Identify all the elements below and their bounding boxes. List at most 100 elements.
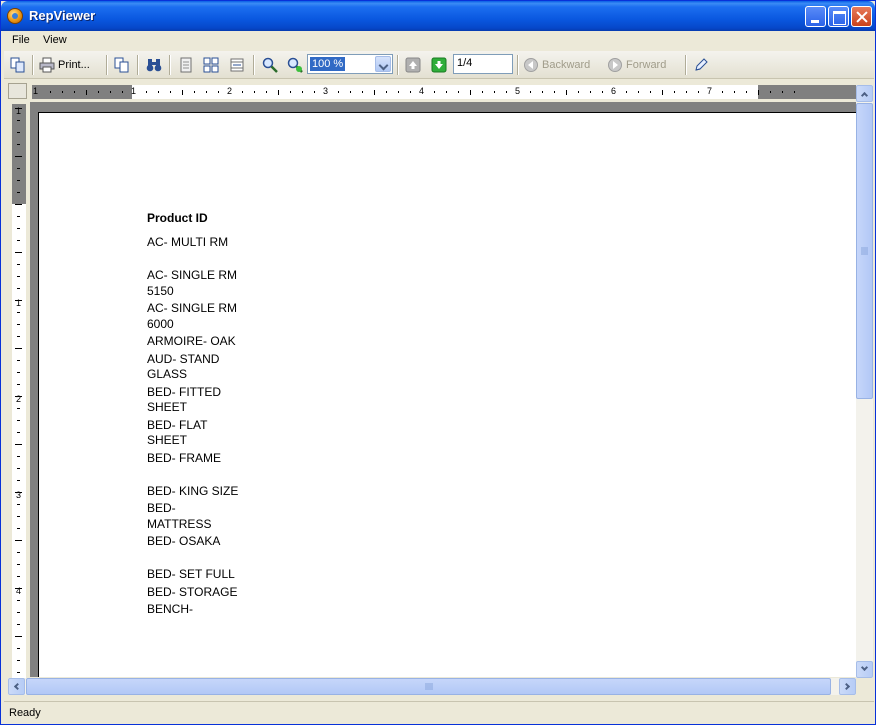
toolbar-separator xyxy=(137,55,139,75)
ruler-tick xyxy=(17,648,20,649)
scroll-up-button[interactable] xyxy=(856,85,873,102)
next-page-icon xyxy=(431,57,447,73)
ruler-tick xyxy=(17,504,20,505)
edit-button[interactable] xyxy=(691,55,711,75)
maximize-button[interactable] xyxy=(828,6,849,27)
ruler-number: 2 xyxy=(227,86,233,96)
close-button[interactable] xyxy=(851,6,872,27)
ruler-tick xyxy=(674,91,675,93)
product-id-cell: BED- FITTED SHEET xyxy=(147,384,221,415)
chevron-down-icon[interactable] xyxy=(375,56,391,72)
product-id-cell: BED- FLAT SHEET xyxy=(147,417,208,448)
ruler-tick xyxy=(578,91,579,93)
previous-page-button[interactable] xyxy=(403,55,423,75)
backward-button[interactable]: Backward xyxy=(523,55,595,75)
copy-page-button[interactable] xyxy=(8,55,28,75)
zoom-combobox[interactable]: 100 % xyxy=(307,54,393,74)
find-button[interactable] xyxy=(144,55,164,75)
ruler-tick xyxy=(434,91,435,93)
horizontal-scroll-thumb[interactable] xyxy=(26,678,831,695)
repviewer-window: RepViewer File View Print... Backward Fo… xyxy=(0,0,876,725)
ruler-tick xyxy=(734,91,735,93)
zoom-out-button[interactable] xyxy=(285,55,305,75)
zoom-in-button[interactable] xyxy=(260,55,280,75)
ruler-tick xyxy=(662,90,663,95)
ruler-tick xyxy=(15,204,22,205)
zoom-in-icon xyxy=(262,57,278,73)
ruler-tick xyxy=(758,90,759,95)
ruler-tick xyxy=(17,432,20,433)
page-setup-icon xyxy=(230,58,244,72)
multi-page-button[interactable] xyxy=(201,55,221,75)
app-icon xyxy=(7,8,23,24)
ruler-tick xyxy=(17,120,20,121)
product-id-cell: AUD- STAND GLASS xyxy=(147,351,220,382)
minimize-button[interactable] xyxy=(805,6,826,27)
forward-label: Forward xyxy=(626,59,667,71)
ruler-tick xyxy=(470,90,471,95)
chevron-left-icon xyxy=(13,682,22,691)
ruler-tick xyxy=(302,91,303,93)
ruler-number: 6 xyxy=(611,86,617,96)
ruler-tick xyxy=(17,168,20,169)
ruler-tick xyxy=(17,384,20,385)
ruler-number: 7 xyxy=(707,86,713,96)
ruler-tick xyxy=(170,91,171,93)
ruler-tick xyxy=(722,91,723,93)
vertical-scrollbar[interactable] xyxy=(856,85,873,678)
ruler-tick xyxy=(650,91,651,93)
ruler-tick xyxy=(17,552,20,553)
ruler-tick xyxy=(362,91,363,93)
ruler-tick xyxy=(17,528,20,529)
product-id-cell: BED- STORAGE xyxy=(147,584,238,599)
horizontal-scrollbar[interactable] xyxy=(8,678,856,695)
ruler-tick xyxy=(62,91,63,93)
ruler-tick xyxy=(386,91,387,93)
ruler-tick xyxy=(17,408,20,409)
scroll-left-button[interactable] xyxy=(8,678,25,695)
status-bar: Ready xyxy=(4,701,874,723)
ruler-tick xyxy=(17,192,20,193)
report-viewport[interactable]: Product ID AC- MULTI RM AC- SINGLE RM 515… xyxy=(30,102,856,677)
ruler-tick xyxy=(590,91,591,93)
print-button[interactable]: Print... xyxy=(39,55,101,75)
ruler-tick xyxy=(266,91,267,93)
report-page: Product ID AC- MULTI RM AC- SINGLE RM 515… xyxy=(38,112,856,677)
product-id-cell: BED- FRAME xyxy=(147,450,222,465)
ruler-number: 5 xyxy=(515,86,521,96)
ruler-number: 2 xyxy=(16,394,22,404)
page-setup-button[interactable] xyxy=(227,55,247,75)
product-id-cell: AC- MULTI RM xyxy=(147,235,229,249)
ruler-tick xyxy=(17,276,20,277)
ruler-tick xyxy=(338,91,339,93)
menu-view[interactable]: View xyxy=(43,34,67,46)
product-id-cell: AC- SINGLE RM 6000 xyxy=(147,301,238,331)
single-page-button[interactable] xyxy=(176,55,196,75)
copy-page-icon xyxy=(10,57,25,73)
previous-page-icon xyxy=(405,57,421,73)
edit-icon xyxy=(695,58,708,71)
scroll-down-button[interactable] xyxy=(856,661,873,678)
product-id-cell: BED- KING SIZE xyxy=(147,483,239,498)
ruler-margin-top xyxy=(12,104,26,204)
title-bar[interactable]: RepViewer xyxy=(1,1,875,31)
ruler-tick xyxy=(494,91,495,93)
product-id-cell: AC- SINGLE RM 5150 xyxy=(147,268,238,298)
scroll-right-button[interactable] xyxy=(839,678,856,695)
vertical-ruler: 1 1 2 3 4 xyxy=(12,104,26,678)
page-number-input[interactable]: 1/4 xyxy=(453,54,513,74)
forward-icon xyxy=(608,58,622,72)
copy-button[interactable] xyxy=(112,55,132,75)
ruler-tick xyxy=(98,91,99,93)
ruler-tick xyxy=(17,360,20,361)
ruler-tick xyxy=(17,264,20,265)
menu-file[interactable]: File xyxy=(12,34,30,46)
vertical-scroll-thumb[interactable] xyxy=(856,103,873,399)
ruler-tick xyxy=(542,91,543,93)
ruler-tick xyxy=(770,91,771,93)
product-id-cell: ARMOIRE- OAK xyxy=(147,334,236,348)
ruler-number: 1 xyxy=(16,106,22,116)
forward-button[interactable]: Forward xyxy=(607,55,679,75)
binoculars-icon xyxy=(146,59,162,72)
next-page-button[interactable] xyxy=(429,55,449,75)
